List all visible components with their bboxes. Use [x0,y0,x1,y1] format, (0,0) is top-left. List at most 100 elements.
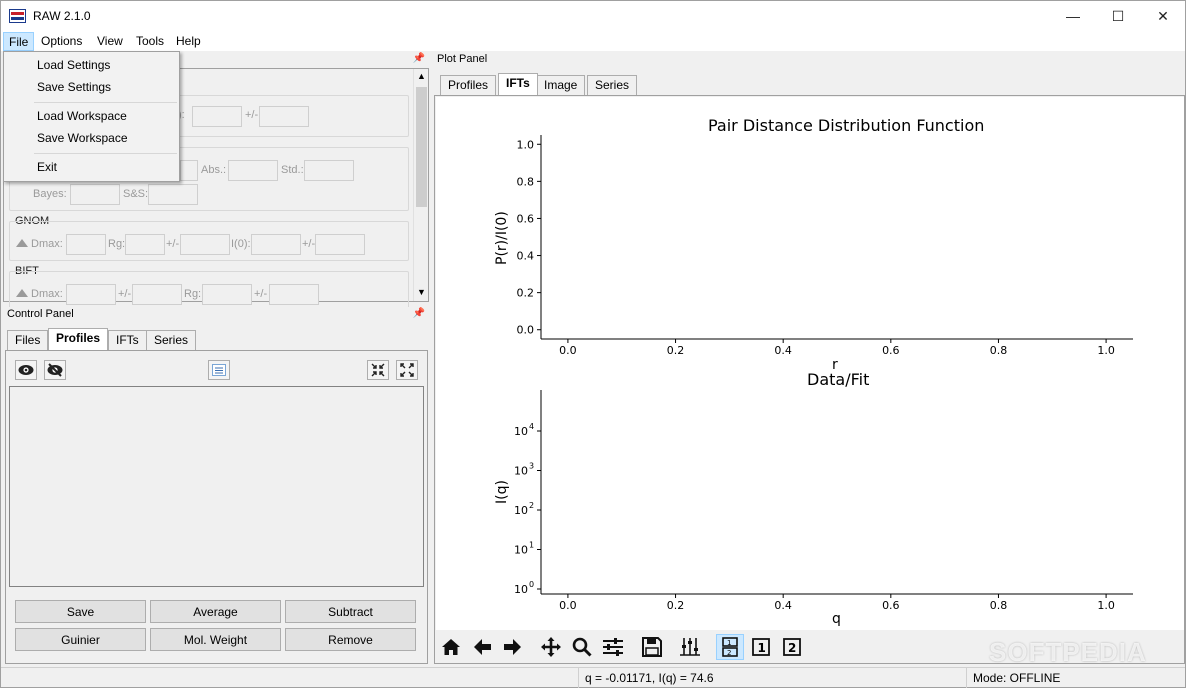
menu-save-settings[interactable]: Save Settings [37,80,111,94]
zoom-button[interactable] [568,634,596,660]
abs-label: Abs.: [201,164,227,176]
plot-canvas[interactable]: 0.0 0.2 0.4 0.6 0.8 1.0 0.0 0.2 0.4 0.6 0.8 1.0 0.0 0… [436,97,1184,630]
bayes-label: Bayes: [33,188,67,200]
y-tick-label: 1.0 [517,138,535,151]
mol-weight-button[interactable]: Mol. Weight [150,628,281,651]
pin-icon[interactable]: 📌 [413,53,425,64]
scroll-down-icon[interactable]: ▼ [417,287,426,297]
bift-rg-error-field[interactable] [269,284,319,305]
plot-2-button[interactable]: 2 [778,634,806,660]
y-tick-label: 0.0 [517,324,535,337]
gnom-rg-error-field[interactable] [180,234,230,255]
plot-options-button[interactable] [676,634,704,660]
gnom-i0-error-field[interactable] [315,234,365,255]
expand-all-button[interactable] [396,360,418,380]
profiles-list[interactable] [9,386,424,587]
abs-field[interactable] [228,160,278,181]
plot-tab-ifts[interactable]: IFTs [498,73,538,95]
scroll-up-icon[interactable]: ▲ [417,71,426,81]
eye-icon [18,365,34,375]
minimize-button[interactable]: — [1050,1,1096,31]
ss-label: S&S: [123,188,149,200]
menu-view[interactable]: View [92,32,128,51]
bift-rg-field[interactable] [202,284,252,305]
y-tick-label: 0.4 [517,250,535,263]
pan-button[interactable] [537,634,565,660]
gnom-group: Dmax: Rg: +/- I(0): +/- [9,221,409,261]
plot-1-button[interactable]: 1 [747,634,775,660]
floppy-disk-icon [642,637,662,657]
bift-group: Dmax: +/- Rg: +/- [9,271,409,311]
plot-panel: 0.0 0.2 0.4 0.6 0.8 1.0 0.0 0.2 0.4 0.6 0.8 1.0 0.0 0… [434,95,1185,664]
tab-series[interactable]: Series [146,330,197,350]
menu-save-workspace[interactable]: Save Workspace [37,131,128,145]
average-button[interactable]: Average [150,600,281,623]
guinier-button[interactable]: Guinier [15,628,146,651]
bift-dmax-error-field[interactable] [132,284,182,305]
cursor-coordinates: q = -0.01171, I(q) = 74.6 [578,668,966,688]
app-logo-icon [9,9,26,23]
plot-tab-series[interactable]: Series [587,75,638,95]
collapse-all-button[interactable] [367,360,389,380]
bift-dmax-field[interactable] [66,284,116,305]
tab-ifts[interactable]: IFTs [108,330,147,350]
maximize-icon: ☐ [1111,7,1125,24]
bift-pm1-label: +/- [118,288,132,300]
show-all-button[interactable] [15,360,37,380]
ss-field[interactable] [148,184,198,205]
plot-tab-profiles[interactable]: Profiles [440,75,497,95]
save-button[interactable]: Save [15,600,146,623]
i0-field[interactable] [192,106,242,127]
collapse-triangle-icon[interactable] [16,289,28,297]
datafit-ylabel: I(q) [494,480,510,504]
maximize-button[interactable]: ☐ [1095,1,1141,31]
two-panel-layout-icon: 12 [722,637,738,657]
home-button[interactable] [437,634,465,660]
pin-icon[interactable]: 📌 [413,308,425,319]
y-tick-exponent: 1 [529,541,534,550]
select-all-button[interactable] [208,360,230,380]
svg-text:2: 2 [727,649,731,657]
forward-button[interactable] [499,634,527,660]
gnom-dmax-field[interactable] [66,234,106,255]
menu-load-settings[interactable]: Load Settings [37,58,110,72]
y-tick-exponent: 3 [529,462,534,471]
back-button[interactable] [468,634,496,660]
menu-file[interactable]: File [3,32,35,51]
scroll-thumb[interactable] [416,87,427,207]
x-tick-label: 1.0 [1097,599,1115,612]
gnom-rg-field[interactable] [125,234,165,255]
mw-field[interactable] [180,160,198,181]
save-figure-button[interactable] [638,634,666,660]
i0-error-field[interactable] [259,106,309,127]
x-tick-label: 0.4 [774,344,792,357]
control-tabs: Files Profiles IFTs Series [5,328,425,352]
remove-button[interactable]: Remove [285,628,416,651]
tab-files[interactable]: Files [7,330,49,350]
menu-load-workspace[interactable]: Load Workspace [37,109,127,123]
configure-subplots-button[interactable] [599,634,627,660]
menu-help[interactable]: Help [171,32,206,51]
subtract-button[interactable]: Subtract [285,600,416,623]
plot-tab-image[interactable]: Image [536,75,586,95]
bift-dmax-label: Dmax: [31,288,63,300]
gnom-i0-field[interactable] [251,234,301,255]
two-plots-button[interactable]: 12 [716,634,744,660]
menu-exit[interactable]: Exit [37,160,57,174]
pddf-ylabel: P(r)/I(0) [494,211,510,265]
menu-options[interactable]: Options [36,32,87,51]
bayes-field[interactable] [70,184,120,205]
menu-tools[interactable]: Tools [131,32,169,51]
collapse-triangle-icon[interactable] [16,239,28,247]
close-button[interactable]: ✕ [1140,1,1186,31]
tab-profiles[interactable]: Profiles [48,328,109,350]
menu-bar: File Options View Tools Help [1,31,1185,51]
menu-separator [34,102,177,103]
y-tick-exponent: 4 [529,422,534,431]
info-scrollbar[interactable]: ▲ ▼ [413,69,428,301]
std-field[interactable] [304,160,354,181]
svg-text:1: 1 [727,639,731,647]
hide-all-button[interactable] [44,360,66,380]
control-panel: Save Average Subtract Guinier Mol. Weigh… [5,350,428,664]
x-tick-label: 0.6 [882,344,900,357]
